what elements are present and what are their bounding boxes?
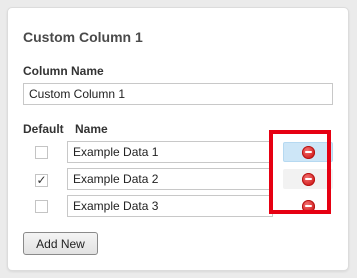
delete-buttons-highlight: [269, 130, 331, 214]
name-header: Name: [75, 122, 108, 136]
default-checkbox-row-2[interactable]: ✓: [35, 174, 48, 187]
row-name-input-2[interactable]: Example Data 2: [67, 168, 273, 190]
checkmark-icon: ✓: [36, 173, 47, 187]
add-new-button[interactable]: Add New: [23, 232, 98, 255]
panel-title: Custom Column 1: [23, 29, 143, 45]
column-name-input[interactable]: Custom Column 1: [23, 83, 333, 105]
row-name-input-1[interactable]: Example Data 1: [67, 141, 273, 163]
default-header: Default: [23, 122, 64, 136]
row-name-input-3[interactable]: Example Data 3: [67, 195, 273, 217]
default-checkbox-row-3[interactable]: [35, 200, 48, 213]
default-checkbox-row-1[interactable]: [35, 146, 48, 159]
column-name-label: Column Name: [23, 64, 104, 78]
